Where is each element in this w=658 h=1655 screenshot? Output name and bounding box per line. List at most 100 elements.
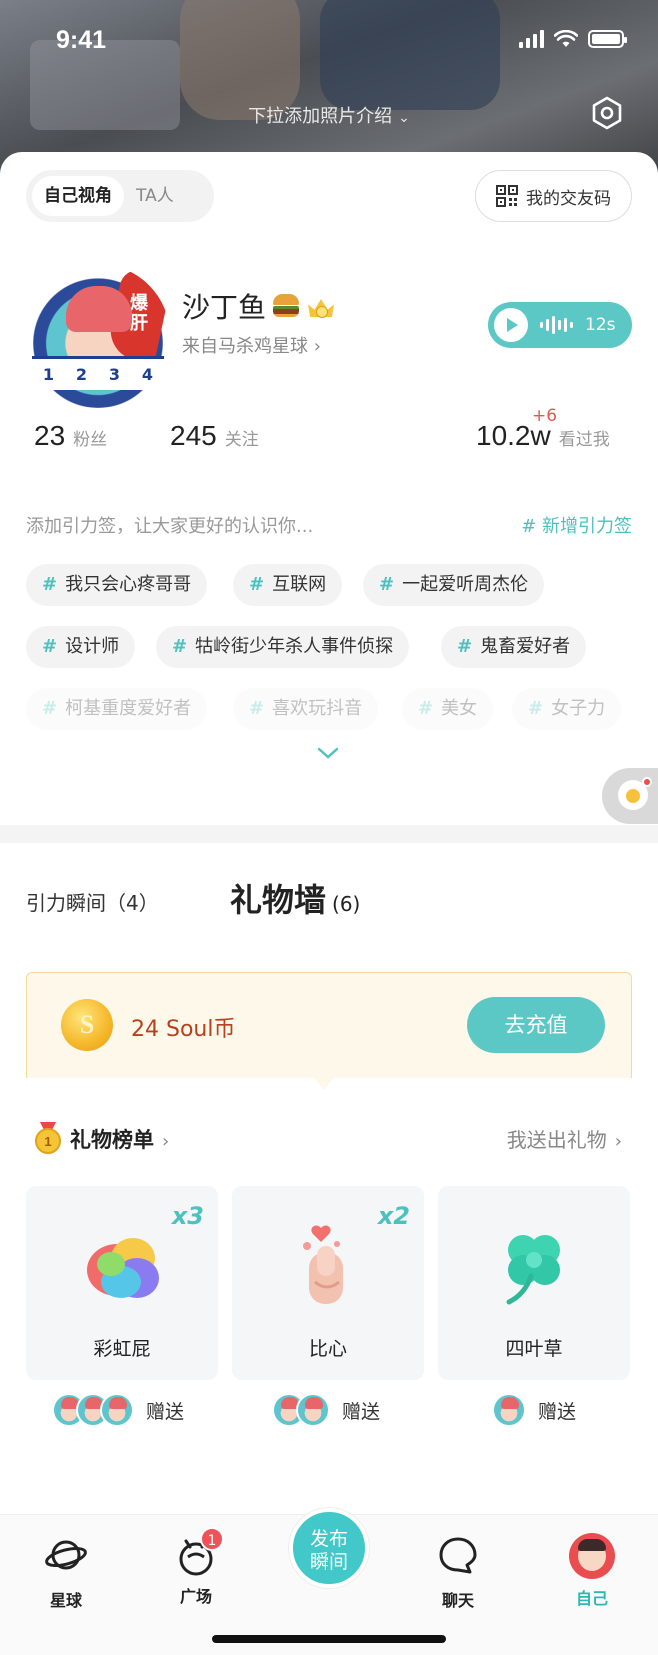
tag-item[interactable]: # 女子力: [512, 688, 622, 730]
tag-label: 女子力: [551, 698, 606, 719]
fans-label: 粉丝: [73, 430, 108, 450]
friend-code-button[interactable]: 我的交友码: [475, 170, 632, 222]
hash-icon: #: [249, 698, 265, 719]
medal-icon: 1: [35, 1122, 61, 1154]
hash-icon: #: [42, 698, 58, 719]
status-time: 9:41: [56, 26, 107, 54]
hash-icon: #: [42, 574, 58, 595]
nav-me[interactable]: 自己: [552, 1533, 632, 1609]
tag-label: 美女: [441, 698, 478, 719]
nav-chat-label: 聊天: [441, 1591, 474, 1610]
four-leaf-clover-icon: [506, 1235, 560, 1305]
nickname-text: 沙丁鱼: [182, 291, 267, 324]
visitors-label: 看过我: [558, 430, 610, 450]
wifi-icon: [554, 30, 578, 47]
following-stat[interactable]: 245 关注: [170, 420, 259, 452]
fans-stat[interactable]: 23 粉丝: [34, 420, 107, 452]
gift-card-heart[interactable]: x2 比心: [232, 1186, 424, 1380]
expand-tags-chevron-icon[interactable]: [317, 746, 339, 760]
status-icons: [519, 30, 627, 48]
give-label: 赠送: [538, 1400, 577, 1423]
avatar[interactable]: 爆肝 1 2 3 4: [26, 264, 170, 408]
nav-planet[interactable]: 星球: [26, 1533, 106, 1611]
coin-icon: [61, 999, 113, 1051]
following-count: 245: [170, 420, 217, 451]
soul-coin-panel: 24 Soul币 去充值: [26, 972, 632, 1078]
panel-pointer: [314, 1078, 334, 1090]
tag-item[interactable]: # 一起爱听周杰伦: [363, 564, 545, 606]
qr-code-icon: [496, 185, 518, 207]
gift-name: 彩虹屁: [93, 1338, 151, 1360]
tag-item[interactable]: # 喜欢玩抖音: [233, 688, 379, 730]
tag-item[interactable]: # 鬼畜爱好者: [441, 626, 587, 668]
play-icon: [494, 308, 528, 342]
gift-card-rainbow[interactable]: x3 彩虹屁: [26, 1186, 218, 1380]
view-others-tab[interactable]: TA人: [124, 176, 186, 216]
tag-item[interactable]: # 设计师: [26, 626, 136, 668]
tag-label: 互联网: [272, 574, 327, 595]
tag-label: 一起爱听周杰伦: [402, 574, 529, 595]
nav-square[interactable]: 1 广场: [156, 1527, 236, 1607]
hash-icon: #: [249, 574, 265, 595]
hash-icon: #: [457, 636, 473, 657]
give-label: 赠送: [146, 1400, 185, 1423]
gift-givers[interactable]: 赠送: [52, 1392, 184, 1428]
following-label: 关注: [224, 430, 259, 450]
gift-card-clover[interactable]: 四叶草: [438, 1186, 630, 1380]
gift-givers[interactable]: 赠送: [492, 1392, 576, 1428]
avatar-card: 2: [75, 365, 88, 384]
gift-name: 四叶草: [505, 1338, 563, 1360]
notification-dot: [642, 777, 652, 787]
tag-item[interactable]: # 美女: [402, 688, 494, 730]
gift-givers[interactable]: 赠送: [272, 1392, 380, 1428]
planet-icon: [45, 1540, 87, 1570]
pull-to-add-photo[interactable]: 下拉添加照片介绍 ⌄: [0, 102, 658, 128]
origin-link[interactable]: 来自马杀鸡星球 ›: [182, 332, 321, 358]
friend-code-label: 我的交友码: [526, 188, 611, 209]
giver-avatar: [100, 1393, 134, 1427]
hash-icon: #: [379, 574, 395, 595]
nav-square-label: 广场: [179, 1587, 212, 1606]
giver-avatar: [492, 1393, 526, 1427]
section-divider: [0, 825, 658, 843]
hash-icon: #: [418, 698, 434, 719]
chevron-right-icon: ›: [614, 1131, 622, 1152]
view-self-tab[interactable]: 自己视角: [32, 176, 124, 216]
sent-gifts-label: 我送出礼物: [506, 1128, 607, 1152]
recharge-button[interactable]: 去充值: [467, 997, 605, 1053]
signal-icon: [519, 30, 544, 48]
me-avatar-icon: [569, 1533, 615, 1579]
avatar-hair: [66, 286, 132, 332]
settings-hexagon-icon[interactable]: [590, 96, 624, 130]
tag-hint[interactable]: 添加引力签，让大家更好的认识你...: [26, 512, 313, 538]
home-indicator: [212, 1635, 446, 1643]
chevron-down-icon: ⌄: [398, 110, 410, 126]
visitors-stat[interactable]: 10.2w +6 看过我: [476, 406, 610, 452]
crown-icon[interactable]: [306, 293, 336, 319]
nav-me-label: 自己: [575, 1589, 608, 1608]
tag-item[interactable]: # 柯基重度爱好者: [26, 688, 208, 730]
publish-moment-button[interactable]: 发布 瞬间: [289, 1508, 369, 1588]
gift-rank-link[interactable]: 礼物榜单 ›: [70, 1124, 169, 1154]
add-tag-button[interactable]: # 新增引力签: [521, 512, 632, 538]
tab-moments[interactable]: 引力瞬间（4）: [26, 887, 159, 935]
burger-icon: [272, 293, 300, 319]
tag-item[interactable]: # 我只会心疼哥哥: [26, 564, 208, 606]
tag-label: 柯基重度爱好者: [65, 698, 192, 719]
give-label: 赠送: [342, 1400, 381, 1423]
battery-icon: [588, 30, 627, 48]
voice-duration: 12s: [585, 315, 616, 335]
tag-item[interactable]: # 互联网: [233, 564, 343, 606]
gift-name: 比心: [308, 1338, 347, 1360]
avatar-card: 4: [141, 365, 154, 384]
voice-intro-button[interactable]: 12s: [488, 302, 632, 348]
floating-egg-button[interactable]: [602, 768, 658, 824]
tab-gift-wall[interactable]: 礼物墙 (6): [230, 875, 360, 935]
content-tabs: 引力瞬间（4） 礼物墙 (6): [0, 875, 658, 935]
tag-item[interactable]: # 牯岭街少年杀人事件侦探: [156, 626, 410, 668]
view-toggle: 自己视角 TA人: [26, 170, 214, 222]
sent-gifts-link[interactable]: 我送出礼物 ›: [507, 1124, 622, 1153]
avatar-card: 1: [42, 365, 55, 384]
tab-gift-wall-count: (6): [332, 892, 361, 916]
nav-chat[interactable]: 聊天: [418, 1533, 498, 1611]
